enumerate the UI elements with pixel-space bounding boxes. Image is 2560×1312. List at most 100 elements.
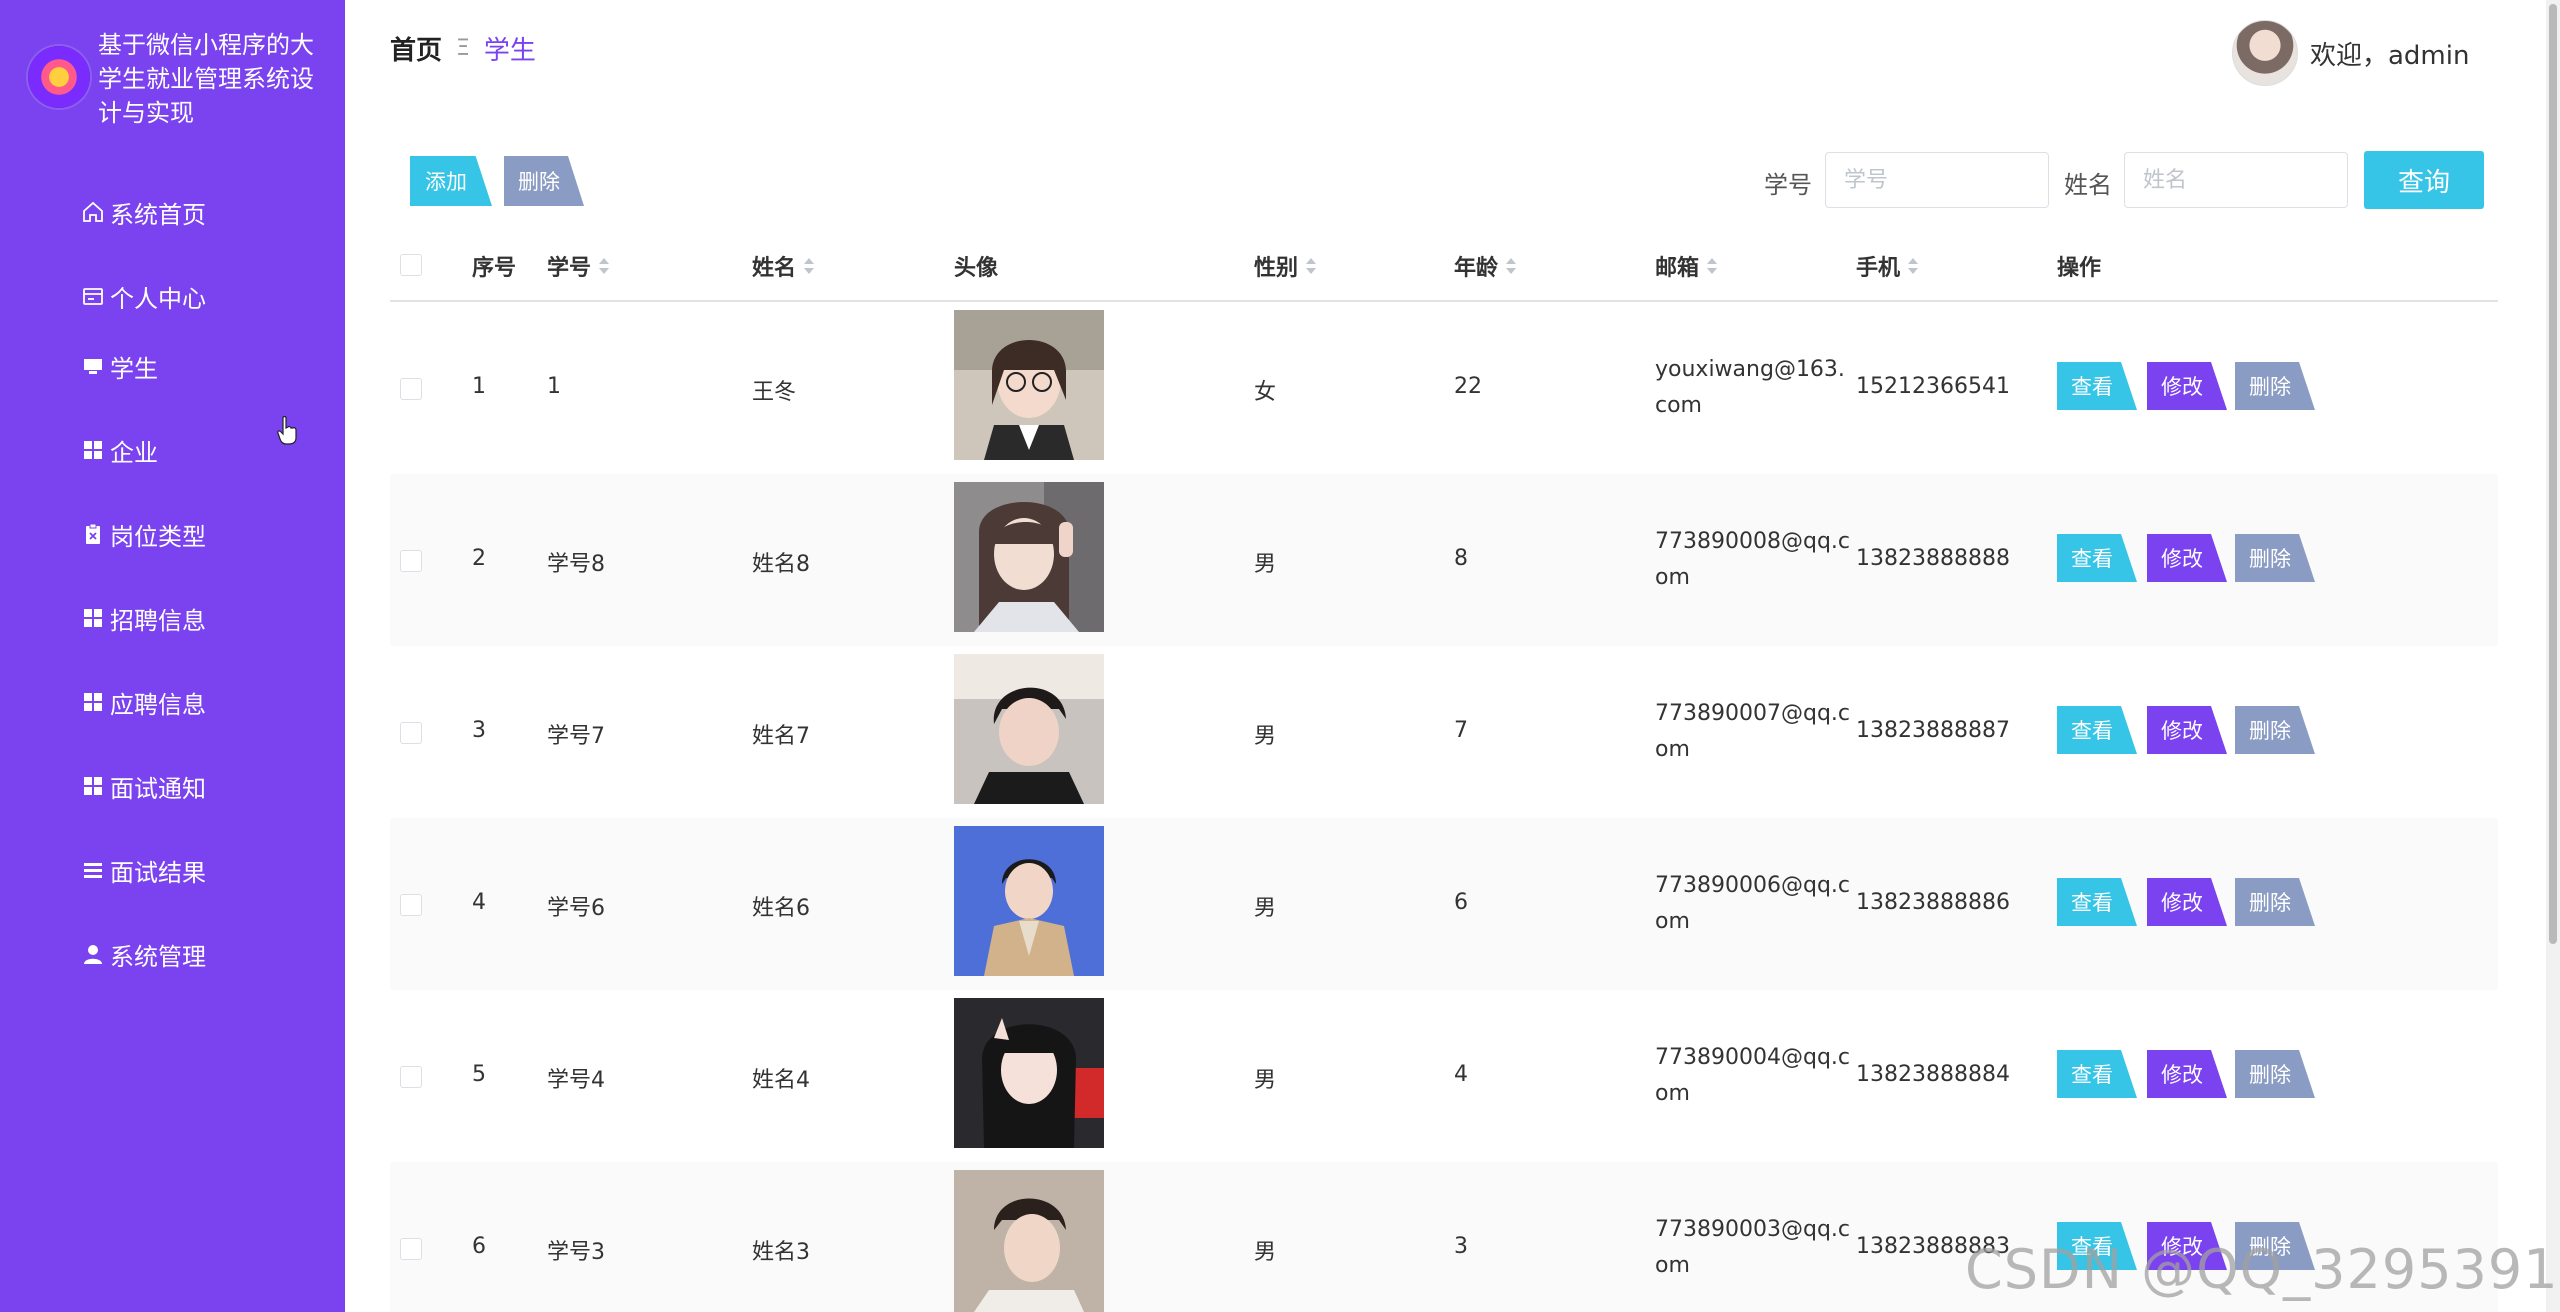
grid-icon: [80, 605, 106, 631]
student-id-input[interactable]: [1825, 152, 2049, 208]
cell-email: 773890003@qq.com: [1655, 1217, 1850, 1278]
sidebar-item-students[interactable]: 学生: [80, 346, 158, 386]
scrollbar-thumb[interactable]: [2549, 4, 2557, 944]
sidebar-item-recruitment[interactable]: 招聘信息: [80, 598, 206, 638]
col-label: 年龄: [1454, 256, 1499, 281]
select-all-checkbox[interactable]: [400, 254, 422, 276]
cell-name: 姓名7: [752, 724, 810, 749]
col-label: 姓名: [752, 256, 797, 281]
sidebar-item-label: 岗位类型: [110, 522, 206, 551]
user-menu[interactable]: 欢迎，admin: [2232, 20, 2469, 86]
cell-age: 8: [1454, 546, 1468, 571]
cell-phone: 13823888888: [1856, 546, 2010, 571]
batch-delete-button[interactable]: 删除: [504, 156, 584, 206]
delete-button[interactable]: 删除: [2235, 362, 2315, 410]
cell-email: 773890006@qq.com: [1655, 873, 1850, 934]
sidebar-item-home[interactable]: 系统首页: [80, 192, 206, 232]
cell-student-id: 学号4: [547, 1068, 605, 1093]
grid-icon: [80, 773, 106, 799]
student-photo[interactable]: [954, 482, 1104, 632]
view-button[interactable]: 查看: [2057, 878, 2137, 926]
view-button[interactable]: 查看: [2057, 534, 2137, 582]
col-name[interactable]: 姓名: [752, 250, 815, 282]
cell-student-id: 学号7: [547, 724, 605, 749]
cell-email: 773890004@qq.com: [1655, 1045, 1850, 1106]
sort-icon[interactable]: [1306, 256, 1317, 276]
student-photo[interactable]: [954, 310, 1104, 460]
edit-button[interactable]: 修改: [2147, 878, 2227, 926]
hand-cursor-icon: [277, 416, 297, 445]
add-button[interactable]: 添加: [410, 156, 492, 206]
view-button[interactable]: 查看: [2057, 1050, 2137, 1098]
sidebar-item-label: 招聘信息: [110, 606, 206, 635]
cell-index: 2: [472, 546, 486, 571]
cell-email: 773890007@qq.com: [1655, 701, 1850, 762]
grid-icon: [80, 689, 106, 715]
student-photo[interactable]: [954, 826, 1104, 976]
breadcrumb-current: 学生: [483, 36, 536, 66]
sort-icon[interactable]: [1908, 256, 1919, 276]
cell-age: 22: [1454, 374, 1482, 399]
view-button[interactable]: 查看: [2057, 362, 2137, 410]
cell-student-id: 学号8: [547, 552, 605, 577]
query-button[interactable]: 查询: [2364, 151, 2484, 209]
edit-button[interactable]: 修改: [2147, 706, 2227, 754]
sidebar-item-enterprise[interactable]: 企业: [80, 430, 158, 470]
sidebar-item-label: 系统首页: [110, 200, 206, 229]
cell-gender: 男: [1254, 552, 1277, 577]
row-checkbox[interactable]: [400, 722, 422, 744]
cell-name: 姓名6: [752, 896, 810, 921]
row-checkbox[interactable]: [400, 550, 422, 572]
name-label: 姓名: [2064, 171, 2112, 199]
col-student-id[interactable]: 学号: [547, 250, 610, 282]
table-row: 5 学号4 姓名4 男 4 773890004@qq.com 138238888…: [390, 990, 2498, 1162]
sidebar-item-interview-result[interactable]: 面试结果: [80, 850, 206, 890]
edit-button[interactable]: 修改: [2147, 534, 2227, 582]
list-icon: [80, 857, 106, 883]
view-button[interactable]: 查看: [2057, 706, 2137, 754]
sidebar-item-label: 面试通知: [110, 774, 206, 803]
delete-button[interactable]: 删除: [2235, 1050, 2315, 1098]
sort-icon[interactable]: [599, 256, 610, 276]
cell-gender: 女: [1254, 380, 1277, 405]
cell-index: 3: [472, 718, 486, 743]
breadcrumb-home[interactable]: 首页: [390, 30, 442, 67]
sidebar-item-label: 个人中心: [110, 284, 206, 313]
col-gender[interactable]: 性别: [1254, 250, 1317, 282]
avatar[interactable]: [2232, 20, 2298, 86]
student-photo[interactable]: [954, 998, 1104, 1148]
row-checkbox[interactable]: [400, 1238, 422, 1260]
sort-icon[interactable]: [1707, 256, 1718, 276]
sidebar-item-interview-notice[interactable]: 面试通知: [80, 766, 206, 806]
delete-button[interactable]: 删除: [2235, 706, 2315, 754]
sidebar-item-system[interactable]: 系统管理: [80, 934, 206, 974]
col-label: 邮箱: [1655, 256, 1700, 281]
student-photo[interactable]: [954, 654, 1104, 804]
edit-button[interactable]: 修改: [2147, 1050, 2227, 1098]
sort-icon[interactable]: [1506, 256, 1517, 276]
delete-button[interactable]: 删除: [2235, 534, 2315, 582]
col-index: 序号: [472, 256, 517, 281]
cell-name: 姓名4: [752, 1068, 810, 1093]
row-checkbox[interactable]: [400, 378, 422, 400]
col-email[interactable]: 邮箱: [1655, 250, 1718, 282]
edit-button[interactable]: 修改: [2147, 362, 2227, 410]
student-photo[interactable]: [954, 1170, 1104, 1312]
sidebar-item-job-types[interactable]: 岗位类型: [80, 514, 206, 554]
page-scrollbar[interactable]: [2546, 0, 2560, 1312]
sort-icon[interactable]: [804, 256, 815, 276]
cell-student-id: 1: [547, 374, 561, 399]
cell-email: 773890008@qq.com: [1655, 529, 1850, 590]
col-phone[interactable]: 手机: [1856, 250, 1919, 282]
sidebar-item-label: 企业: [110, 438, 158, 467]
name-input[interactable]: [2124, 152, 2348, 208]
delete-button[interactable]: 删除: [2235, 878, 2315, 926]
sidebar-item-profile[interactable]: 个人中心: [80, 276, 206, 316]
student-id-label: 学号: [1764, 171, 1812, 199]
watermark: CSDN @QQ_3295391197: [1965, 1238, 2560, 1301]
row-checkbox[interactable]: [400, 894, 422, 916]
col-age[interactable]: 年龄: [1454, 250, 1517, 282]
table-row: 1 1 王冬 女 22 youxiwang@163.com 1521236654…: [390, 302, 2498, 474]
sidebar-item-applications[interactable]: 应聘信息: [80, 682, 206, 722]
row-checkbox[interactable]: [400, 1066, 422, 1088]
